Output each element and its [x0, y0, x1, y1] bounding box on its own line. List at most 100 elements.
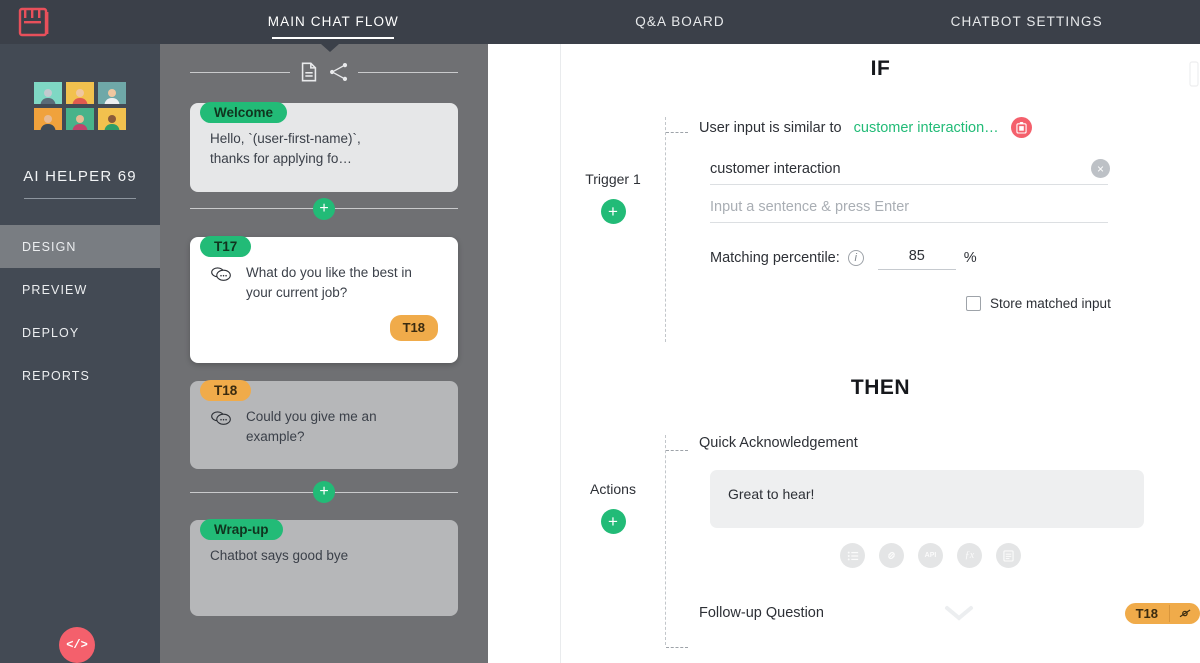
trigger-phrase-input[interactable] [710, 157, 1108, 185]
trigger-label-group: Trigger 1 + [561, 117, 665, 342]
tab-main-chat-flow[interactable]: MAIN CHAT FLOW [160, 0, 507, 44]
sidebar-item-design[interactable]: DESIGN [0, 225, 160, 268]
condition-value-link[interactable]: customer interaction… [854, 120, 999, 136]
flow-toolbar [190, 52, 458, 92]
card-badge[interactable]: T17 [200, 235, 252, 257]
card-badge[interactable]: Welcome [200, 102, 288, 123]
trigger-new-phrase-field-wrap [666, 195, 1200, 223]
followup-question-row[interactable]: Follow-up Question T18 [666, 602, 1200, 624]
sidebar-nav: DESIGN PREVIEW DEPLOY REPORTS [0, 225, 160, 397]
flow-card-wrapup[interactable]: Wrap-up Chatbot says good bye [190, 519, 458, 616]
card-text: Hello, `(user-first-name)`, thanks for a… [210, 131, 361, 167]
trigger-phrase-field-wrap: × [666, 157, 1200, 185]
quick-ack-message[interactable]: Great to hear! [710, 470, 1144, 528]
app-root: MAIN CHAT FLOW Q&A BOARD CHATBOT SETTING… [0, 0, 1200, 663]
node-detail-panel: IF Trigger 1 + User input is similar to … [561, 44, 1200, 663]
card-text: Could you give me an example? [246, 408, 377, 444]
store-matched-input-label: Store matched input [990, 296, 1111, 311]
sidebar-item-deploy[interactable]: DEPLOY [0, 311, 160, 354]
matching-percentile-row: Matching percentile: i % [666, 246, 1200, 270]
card-badge[interactable]: Wrap-up [200, 519, 283, 540]
branch-share-icon[interactable] [328, 61, 350, 83]
document-icon[interactable] [298, 61, 320, 83]
add-trigger-button[interactable]: + [600, 199, 626, 224]
action-connector [666, 450, 688, 451]
if-section-title: IF [870, 57, 891, 80]
info-icon[interactable]: i [847, 250, 864, 266]
actions-content: Quick Acknowledgement Great to hear! API… [665, 435, 1200, 648]
flow-card-t17[interactable]: T17 What do you like the best in your cu… [190, 235, 458, 363]
followup-connector [666, 647, 688, 648]
loop-icon [1169, 604, 1200, 622]
panel-edge-icon [1189, 61, 1199, 87]
quick-ack-title-row: Quick Acknowledgement [666, 435, 1200, 451]
clear-input-icon[interactable]: × [1091, 159, 1110, 178]
add-action-button[interactable]: + [600, 509, 626, 534]
form-icon[interactable] [996, 543, 1021, 568]
link-icon[interactable] [879, 543, 904, 568]
store-matched-input-checkbox[interactable] [966, 296, 981, 311]
action-icon-row: API ƒx [666, 543, 1200, 568]
add-node-button[interactable]: + [313, 481, 335, 503]
flow-detail-gutter [488, 44, 561, 663]
juji-logo-icon [18, 7, 49, 37]
card-text: What do you like the best in your curren… [246, 264, 412, 300]
percent-unit-label: % [963, 250, 977, 266]
trigger-label: Trigger 1 [585, 171, 641, 187]
speech-bubble-icon [211, 266, 231, 281]
quick-ack-text: Great to hear! [728, 486, 815, 502]
tab-chatbot-settings[interactable]: CHATBOT SETTINGS [853, 0, 1200, 44]
tab-qa-board[interactable]: Q&A BOARD [507, 0, 854, 44]
api-icon[interactable]: API [918, 543, 943, 568]
active-tab-caret [321, 44, 339, 52]
card-text: Chatbot says good bye [210, 548, 349, 563]
list-icon[interactable] [840, 543, 865, 568]
matching-percentile-label: Matching percentile: [710, 250, 840, 266]
trigger-new-phrase-input[interactable] [710, 195, 1108, 223]
actions-label: Actions [590, 481, 636, 497]
card-badge[interactable]: T18 [200, 379, 252, 401]
sidebar-item-preview[interactable]: PREVIEW [0, 268, 160, 311]
matching-percentile-input[interactable] [877, 246, 956, 270]
followup-target-label: T18 [1135, 605, 1158, 621]
bot-name: AI HELPER 69 [23, 168, 137, 185]
avatar[interactable] [98, 82, 126, 104]
condition-prefix-label: User input is similar to [699, 119, 842, 136]
flow-card-welcome[interactable]: Welcome Hello, `(user-first-name)`, than… [190, 102, 458, 192]
trigger-connector [666, 132, 688, 133]
quick-ack-title: Quick Acknowledgement [699, 435, 858, 451]
tab-bar: MAIN CHAT FLOW Q&A BOARD CHATBOT SETTING… [160, 0, 1200, 44]
avatar[interactable] [98, 108, 126, 130]
avatar[interactable] [66, 108, 94, 130]
toolbar-divider-right [358, 71, 458, 73]
flow-card-t18[interactable]: T18 Could you give me an example? [190, 379, 458, 469]
avatar[interactable] [66, 82, 94, 104]
then-section-title: THEN [850, 376, 911, 399]
avatar-grid[interactable] [34, 82, 126, 130]
actions-label-group: Actions + [561, 435, 665, 645]
chevron-down-icon[interactable] [794, 602, 1125, 624]
add-node-button[interactable]: + [313, 197, 335, 220]
store-matched-input-row[interactable]: Store matched input [666, 296, 1200, 311]
function-icon[interactable]: ƒx [957, 543, 982, 568]
delete-icon[interactable] [1010, 117, 1032, 138]
chat-flow-panel: Welcome Hello, `(user-first-name)`, than… [160, 44, 488, 663]
card-target-badge[interactable]: T18 [389, 315, 438, 341]
trigger-content: User input is similar to customer intera… [665, 117, 1200, 342]
bot-name-divider [24, 198, 136, 199]
sidebar: AI HELPER 69 DESIGN PREVIEW DEPLOY REPOR… [0, 44, 160, 663]
avatar[interactable] [34, 82, 62, 104]
actions-block: Actions + Quick Acknowledgement Great to… [561, 435, 1200, 648]
speech-bubble-icon [211, 410, 231, 425]
flow-insert-row: + [190, 475, 458, 509]
trigger-block: Trigger 1 + User input is similar to cus… [561, 117, 1200, 342]
toolbar-divider-left [190, 71, 290, 73]
sidebar-item-reports[interactable]: REPORTS [0, 354, 160, 397]
avatar[interactable] [34, 108, 62, 130]
brand-logo[interactable] [0, 0, 160, 44]
top-bar: MAIN CHAT FLOW Q&A BOARD CHATBOT SETTING… [0, 0, 1200, 44]
code-view-button[interactable]: </> [59, 627, 95, 663]
trigger-condition-row: User input is similar to customer intera… [666, 117, 1200, 138]
followup-target-badge[interactable]: T18 [1124, 602, 1200, 624]
flow-insert-row: + [190, 192, 458, 226]
